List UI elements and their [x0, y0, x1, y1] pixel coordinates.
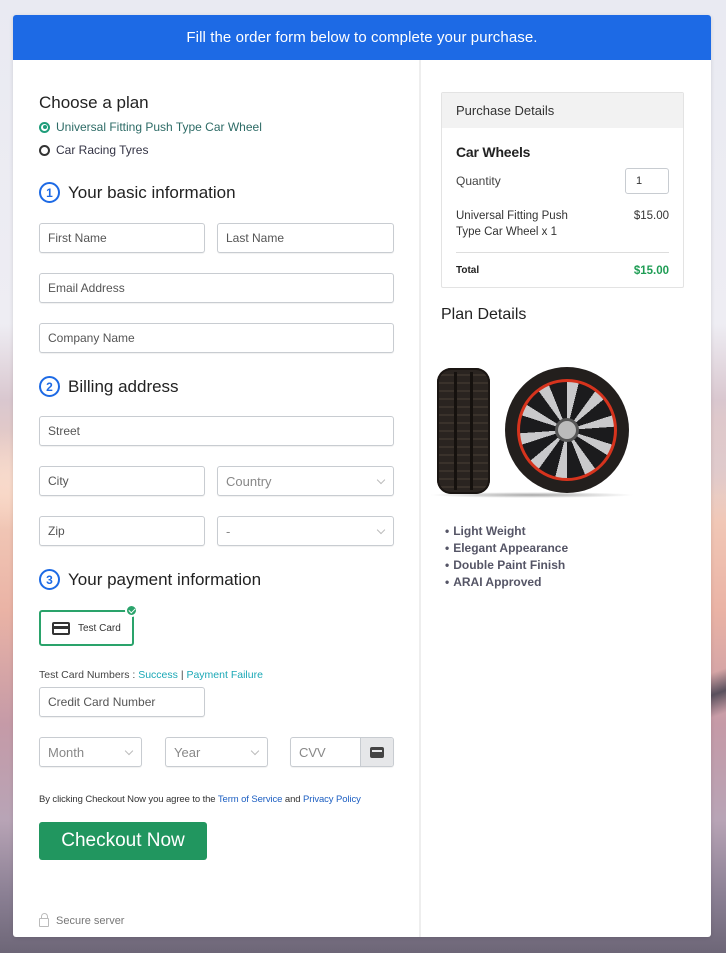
- plan-option-racing-tyres[interactable]: Car Racing Tyres: [39, 143, 419, 157]
- radio-unselected-icon[interactable]: [39, 144, 50, 156]
- total-row: Total $15.00: [456, 265, 669, 277]
- banner-text: Fill the order form below to complete yo…: [186, 29, 538, 46]
- zip-input[interactable]: Zip: [39, 516, 205, 546]
- street-input[interactable]: Street: [39, 416, 394, 446]
- item-price: $15.00: [633, 210, 669, 222]
- total-value: $15.00: [633, 265, 669, 277]
- last-name-placeholder: Last Name: [226, 231, 285, 245]
- choose-plan-heading: Choose a plan: [39, 93, 149, 112]
- credit-card-icon: [52, 621, 70, 635]
- state-select[interactable]: -: [217, 516, 394, 546]
- step-2-icon: 2: [39, 376, 60, 397]
- purchase-details-box: Purchase Details Car Wheels Quantity 1 U…: [441, 92, 684, 288]
- country-value: Country: [226, 473, 272, 489]
- quantity-label: Quantity: [456, 174, 501, 188]
- feature-item: Elegant Appearance: [445, 540, 568, 557]
- first-name-input[interactable]: First Name: [39, 223, 205, 253]
- credit-card-number-input[interactable]: Credit Card Number: [39, 687, 205, 717]
- quantity-input[interactable]: 1: [625, 168, 669, 194]
- payment-heading: 3 Your payment information: [39, 569, 261, 590]
- card-number-placeholder: Credit Card Number: [48, 695, 156, 709]
- cvv-placeholder: CVV: [299, 744, 326, 760]
- payment-failure-link[interactable]: Payment Failure: [186, 669, 262, 681]
- plan-option-label: Universal Fitting Push Type Car Wheel: [56, 120, 262, 134]
- payment-title: Your payment information: [68, 569, 262, 589]
- checkout-button-label: Checkout Now: [61, 830, 185, 851]
- agreement-prefix: By clicking Checkout Now you agree to th…: [39, 794, 218, 805]
- basic-info-heading: 1 Your basic information: [39, 182, 236, 203]
- email-placeholder: Email Address: [48, 281, 125, 295]
- feature-item: Double Paint Finish: [445, 557, 568, 574]
- last-name-input[interactable]: Last Name: [217, 223, 394, 253]
- company-placeholder: Company Name: [48, 331, 135, 345]
- city-input[interactable]: City: [39, 466, 205, 496]
- feature-item: ARAI Approved: [445, 574, 568, 591]
- feature-list: Light Weight Elegant Appearance Double P…: [445, 523, 568, 591]
- check-circle-icon: [125, 604, 138, 617]
- feature-item: Light Weight: [445, 523, 568, 540]
- secure-server: Secure server: [39, 913, 125, 927]
- zip-placeholder: Zip: [48, 524, 65, 538]
- first-name-placeholder: First Name: [48, 231, 107, 245]
- step-1-icon: 1: [39, 182, 60, 203]
- image-shadow: [429, 492, 635, 498]
- chevron-down-icon: [376, 475, 386, 485]
- payment-method-label: Test Card: [78, 622, 121, 634]
- test-card-numbers-label: Test Card Numbers :: [39, 669, 139, 681]
- email-input[interactable]: Email Address: [39, 273, 394, 303]
- lock-icon: [39, 913, 49, 927]
- chevron-down-icon: [250, 746, 260, 756]
- cvv-input[interactable]: CVV: [290, 737, 394, 767]
- alloy-wheel-image: [505, 367, 629, 493]
- secure-server-label: Secure server: [56, 915, 125, 927]
- street-placeholder: Street: [48, 424, 81, 438]
- divider: [456, 252, 669, 253]
- privacy-policy-link[interactable]: Privacy Policy: [303, 794, 361, 805]
- chevron-down-icon: [376, 525, 386, 535]
- city-placeholder: City: [48, 474, 69, 488]
- plan-option-label: Car Racing Tyres: [56, 143, 149, 157]
- item-name-line2: Type Car Wheel x 1: [456, 226, 557, 238]
- month-select[interactable]: Month: [39, 737, 142, 767]
- success-link[interactable]: Success: [138, 669, 178, 681]
- company-input[interactable]: Company Name: [39, 323, 394, 353]
- header-banner: Fill the order form below to complete yo…: [13, 15, 711, 60]
- state-value: -: [226, 523, 231, 539]
- checkout-now-button[interactable]: Checkout Now: [39, 822, 207, 860]
- purchase-details-heading: Purchase Details: [442, 93, 683, 128]
- test-card-numbers: Test Card Numbers : Success | Payment Fa…: [39, 669, 263, 681]
- order-form-card: Fill the order form below to complete yo…: [13, 15, 711, 937]
- year-value: Year: [174, 744, 201, 760]
- plan-option-car-wheel[interactable]: Universal Fitting Push Type Car Wheel: [39, 120, 419, 134]
- year-select[interactable]: Year: [165, 737, 268, 767]
- month-value: Month: [48, 744, 85, 760]
- cvv-card-button[interactable]: [360, 738, 393, 766]
- line-item: Universal Fitting Push Type Car Wheel x …: [456, 208, 669, 240]
- item-name-line1: Universal Fitting Push: [456, 210, 568, 222]
- terms-of-service-link[interactable]: Term of Service: [218, 794, 283, 805]
- billing-title: Billing address: [68, 376, 179, 396]
- billing-heading: 2 Billing address: [39, 376, 179, 397]
- credit-card-icon: [370, 746, 384, 758]
- step-3-icon: 3: [39, 569, 60, 590]
- product-title: Car Wheels: [456, 144, 531, 160]
- country-select[interactable]: Country: [217, 466, 394, 496]
- order-form: Choose a plan Universal Fitting Push Typ…: [13, 60, 421, 937]
- tyre-tread-image: [437, 368, 490, 494]
- chevron-down-icon: [124, 746, 134, 756]
- basic-info-title: Your basic information: [68, 182, 236, 202]
- link-separator: |: [180, 669, 184, 681]
- order-summary: Purchase Details Car Wheels Quantity 1 U…: [421, 60, 711, 937]
- agreement-text: By clicking Checkout Now you agree to th…: [39, 794, 361, 805]
- radio-selected-icon[interactable]: [39, 121, 50, 133]
- total-label: Total: [456, 265, 480, 276]
- agreement-and: and: [282, 794, 304, 805]
- plan-details-heading: Plan Details: [441, 306, 527, 323]
- payment-method-test-card[interactable]: Test Card: [39, 604, 138, 646]
